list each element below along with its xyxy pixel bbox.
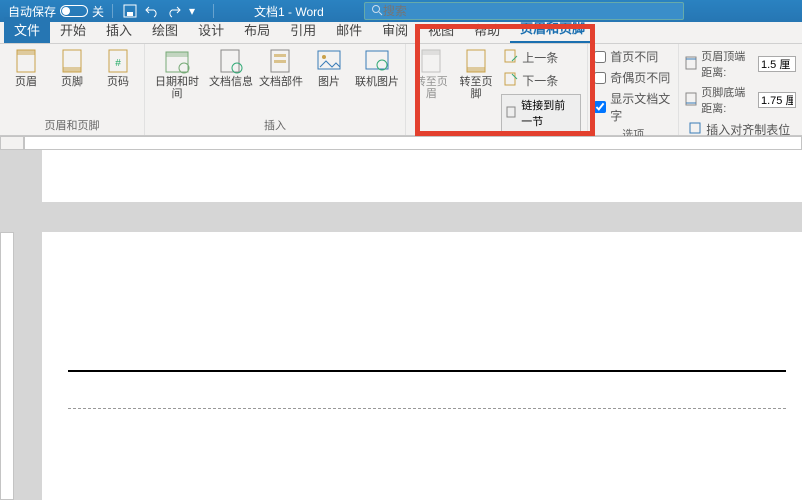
first-page-different-checkbox[interactable]: 首页不同 [594,48,672,65]
toggle-icon [60,5,88,17]
ribbon-tabs: 文件 开始 插入 绘图 设计 布局 引用 邮件 审阅 视图 帮助 页眉和页脚 [0,22,802,44]
footer-distance-input[interactable] [758,92,796,108]
goto-footer-icon [463,48,489,74]
document-canvas [24,150,802,500]
undo-icon[interactable] [145,4,159,18]
doc-info-button[interactable]: 文档信息 [209,48,253,88]
tab-references[interactable]: 引用 [280,17,326,43]
ribbon: 页眉 页脚 # 页码 页眉和页脚 日期和时间 文档信息 [0,44,802,136]
goto-header-icon [418,48,444,74]
tab-header-footer[interactable]: 页眉和页脚 [510,15,595,43]
tab-help[interactable]: 帮助 [464,17,510,43]
tab-file[interactable]: 文件 [4,17,50,43]
header-distance-input[interactable] [758,56,796,72]
header-distance-row: 页眉顶端距离: [685,48,796,80]
page-number-button[interactable]: # 页码 [98,48,138,88]
nav-small-buttons: 上一条 下一条 链接到前一节 [501,48,581,132]
odd-even-different-checkbox[interactable]: 奇偶页不同 [594,69,672,86]
footer-icon [59,48,85,74]
doc-info-icon [218,48,244,74]
tab-view[interactable]: 视图 [418,17,464,43]
online-picture-icon [364,48,390,74]
date-time-button[interactable]: 日期和时间 [151,48,203,100]
save-icon[interactable] [123,4,137,18]
next-button[interactable]: 下一条 [501,71,581,90]
group-label-insert: 插入 [264,117,286,133]
page[interactable] [42,232,802,500]
prev-icon [504,49,518,66]
group-label-hf: 页眉和页脚 [45,117,100,133]
picture-icon [316,48,342,74]
footer-button[interactable]: 页脚 [52,48,92,88]
page-number-icon: # [105,48,131,74]
group-position: 页眉顶端距离: 页脚底端距离: 插入对齐制表位 位置 [679,44,802,135]
svg-text:#: # [115,58,121,69]
footer-distance-icon [685,92,699,109]
ruler-corner [0,136,24,150]
header-boundary-dash [68,408,786,409]
vertical-ruler[interactable] [0,232,14,500]
show-doc-text-checkbox[interactable]: 显示文档文字 [594,90,672,124]
header-icon [13,48,39,74]
link-icon [506,106,518,121]
group-header-footer: 页眉 页脚 # 页码 页眉和页脚 [0,44,145,135]
calendar-icon [164,48,190,74]
group-options: 首页不同 奇偶页不同 显示文档文字 选项 [588,44,679,135]
header-rule-line [68,370,786,372]
quick-access-toolbar: ▾ [112,4,214,18]
goto-header-button[interactable]: 转至页眉 [412,48,451,100]
horizontal-ruler[interactable] [24,136,802,150]
tab-draw[interactable]: 绘图 [142,17,188,43]
online-picture-button[interactable]: 联机图片 [355,48,399,88]
header-distance-icon [685,56,699,73]
customize-qat-icon[interactable]: ▾ [189,4,203,18]
previous-page-edge [42,150,802,202]
tab-home[interactable]: 开始 [50,17,96,43]
group-insert: 日期和时间 文档信息 文档部件 图片 联机图片 插入 [145,44,406,135]
doc-parts-icon [268,48,294,74]
doc-parts-button[interactable]: 文档部件 [259,48,303,88]
footer-distance-row: 页脚底端距离: [685,84,796,116]
goto-footer-button[interactable]: 转至页脚 [457,48,496,100]
tab-insert[interactable]: 插入 [96,17,142,43]
group-navigation: 转至页眉 转至页脚 上一条 下一条 链接到前一节 [406,44,588,135]
picture-button[interactable]: 图片 [309,48,349,88]
prev-button[interactable]: 上一条 [501,48,581,67]
link-to-previous-button[interactable]: 链接到前一节 [501,94,581,132]
header-button[interactable]: 页眉 [6,48,46,88]
tab-layout[interactable]: 布局 [234,17,280,43]
next-icon [504,72,518,89]
tab-design[interactable]: 设计 [188,17,234,43]
tab-review[interactable]: 审阅 [372,17,418,43]
redo-icon[interactable] [167,4,181,18]
tab-mailings[interactable]: 邮件 [326,17,372,43]
